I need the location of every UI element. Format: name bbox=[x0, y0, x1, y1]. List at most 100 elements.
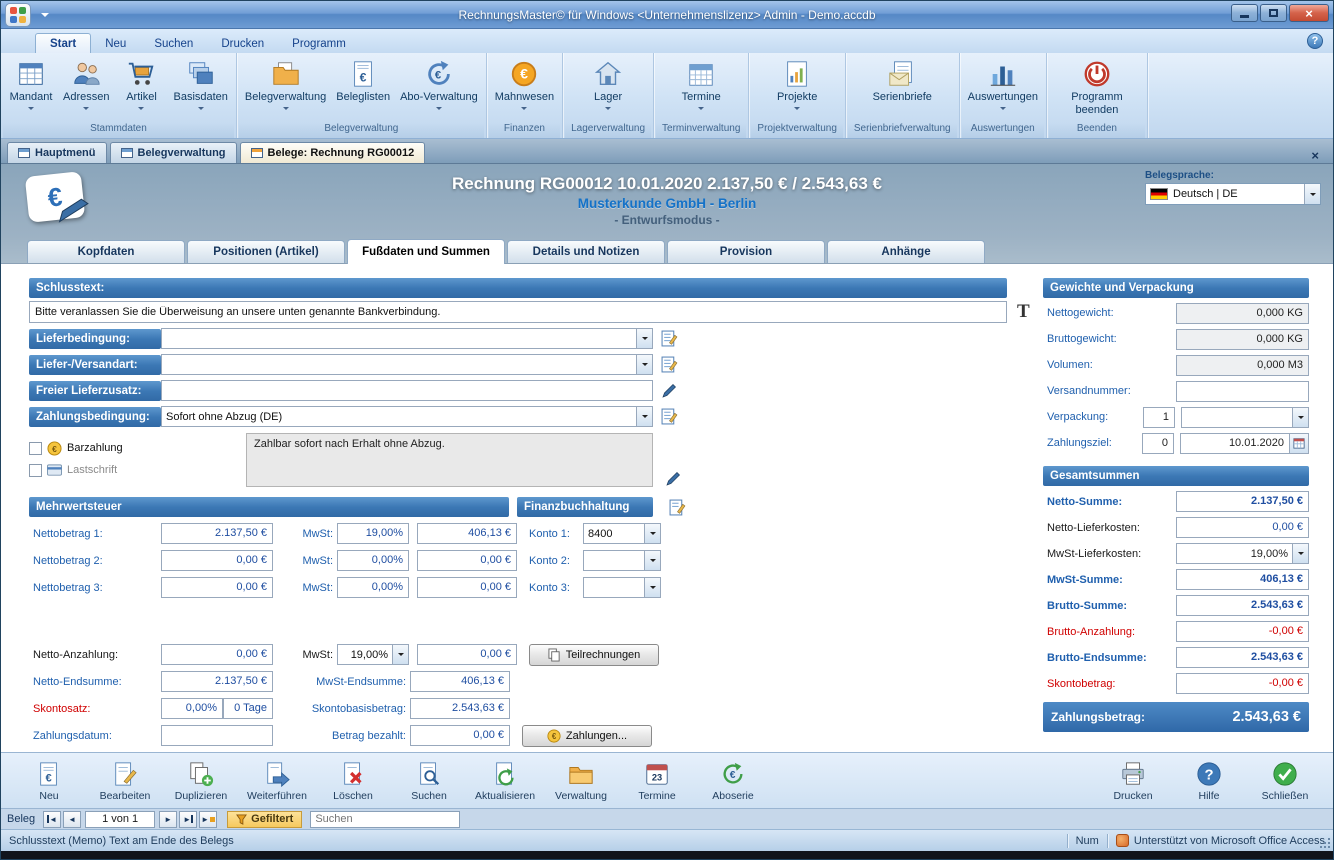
ribbon-item-basisdaten[interactable]: Basisdaten bbox=[169, 56, 231, 115]
pencil-icon[interactable] bbox=[661, 383, 677, 399]
tab-provision[interactable]: Provision bbox=[667, 240, 825, 263]
dropdown-button[interactable] bbox=[1304, 184, 1320, 204]
konto1-combobox[interactable]: 8400 bbox=[583, 523, 661, 544]
ribbon-tab-start[interactable]: Start bbox=[35, 33, 92, 53]
toolbar-verwaltung[interactable]: Verwaltung bbox=[545, 757, 617, 805]
mwst3-satz[interactable]: 0,00% bbox=[337, 577, 409, 598]
tab-belege-rechnung[interactable]: Belege: Rechnung RG00012 bbox=[239, 142, 426, 163]
toolbar-aboserie[interactable]: € Aboserie bbox=[697, 757, 769, 805]
ribbon-item-programm-beenden[interactable]: Programm beenden bbox=[1051, 56, 1143, 118]
barzahlung-option[interactable]: € Barzahlung bbox=[29, 437, 246, 459]
brutto-anzahlung-value[interactable]: -0,00 € bbox=[1176, 621, 1309, 642]
resize-grip[interactable] bbox=[1319, 837, 1331, 849]
close-button[interactable]: × bbox=[1289, 4, 1329, 22]
verpackung-combobox[interactable] bbox=[1181, 406, 1309, 428]
ribbon-tab-programm[interactable]: Programm bbox=[278, 34, 360, 53]
mwst1-betrag[interactable]: 406,13 € bbox=[417, 523, 517, 544]
minimize-button[interactable] bbox=[1231, 4, 1258, 22]
ribbon-tab-drucken[interactable]: Drucken bbox=[207, 34, 278, 53]
skontobasisbetrag-value[interactable]: 2.543,63 € bbox=[410, 698, 510, 719]
mwst1-satz[interactable]: 19,00% bbox=[337, 523, 409, 544]
betrag-bezahlt-value[interactable]: 0,00 € bbox=[410, 725, 510, 746]
toolbar-loeschen[interactable]: Löschen bbox=[317, 757, 389, 805]
lieferzusatz-input[interactable] bbox=[161, 380, 653, 401]
dropdown-button[interactable] bbox=[644, 524, 660, 543]
nettobetrag2-value[interactable]: 0,00 € bbox=[161, 550, 273, 571]
lastschrift-checkbox[interactable] bbox=[29, 463, 42, 477]
konto2-combobox[interactable] bbox=[583, 550, 661, 571]
brutto-endsumme-value[interactable]: 2.543,63 € bbox=[1176, 647, 1309, 668]
barzahlung-checkbox[interactable] bbox=[29, 441, 42, 455]
toolbar-termine[interactable]: 23 Termine bbox=[621, 757, 693, 805]
toolbar-aktualisieren[interactable]: Aktualisieren bbox=[469, 757, 541, 805]
new-record-button[interactable]: ► bbox=[199, 810, 218, 828]
ribbon-item-adressen[interactable]: Adressen bbox=[59, 56, 113, 115]
tab-hauptmenu[interactable]: Hauptmenü bbox=[7, 142, 107, 163]
skonto-tage-value[interactable]: 0 Tage bbox=[223, 698, 273, 719]
netto-endsumme-value[interactable]: 2.137,50 € bbox=[161, 671, 273, 692]
bruttogewicht-value[interactable]: 0,000 KG bbox=[1176, 328, 1309, 350]
tab-anhaenge[interactable]: Anhänge bbox=[827, 240, 985, 263]
office-button[interactable] bbox=[5, 2, 31, 27]
edit-list-icon[interactable] bbox=[661, 330, 678, 347]
dropdown-button[interactable] bbox=[392, 645, 408, 664]
nettobetrag1-value[interactable]: 2.137,50 € bbox=[161, 523, 273, 544]
mwst2-satz[interactable]: 0,00% bbox=[337, 550, 409, 571]
mwst-endsumme-value[interactable]: 406,13 € bbox=[410, 671, 510, 692]
language-combobox[interactable]: Deutsch | DE bbox=[1145, 183, 1321, 205]
skontosatz-value[interactable]: 0,00% bbox=[161, 698, 223, 719]
nettogewicht-value[interactable]: 0,000 KG bbox=[1176, 302, 1309, 324]
edit-list-icon[interactable] bbox=[661, 356, 678, 373]
ribbon-item-lager[interactable]: Lager bbox=[582, 56, 634, 115]
netto-summe-value[interactable]: 2.137,50 € bbox=[1176, 491, 1309, 512]
tab-close-icon[interactable]: × bbox=[1303, 148, 1327, 163]
brutto-summe-value[interactable]: 2.543,63 € bbox=[1176, 595, 1309, 616]
teilrechnungen-button[interactable]: Teilrechnungen bbox=[529, 643, 659, 666]
netto-lieferkosten-value[interactable]: 0,00 € bbox=[1176, 517, 1309, 538]
quick-access-dropdown-icon[interactable] bbox=[41, 12, 49, 21]
ribbon-item-auswertungen[interactable]: Auswertungen bbox=[964, 56, 1042, 115]
ribbon-item-abo-verwaltung[interactable]: € Abo-Verwaltung bbox=[396, 56, 482, 115]
dropdown-button[interactable] bbox=[636, 407, 652, 426]
ribbon-item-mahnwesen[interactable]: € Mahnwesen bbox=[491, 56, 558, 115]
toolbar-neu[interactable]: € Neu bbox=[13, 757, 85, 805]
mwst-summe-value[interactable]: 406,13 € bbox=[1176, 569, 1309, 590]
anzahlung-satz-combobox[interactable]: 19,00% bbox=[337, 644, 409, 665]
previous-record-button[interactable]: ◄ bbox=[63, 810, 82, 828]
first-record-button[interactable]: ◄ bbox=[43, 810, 62, 828]
skontobetrag-value[interactable]: -0,00 € bbox=[1176, 673, 1309, 694]
versandart-combobox[interactable] bbox=[161, 354, 653, 375]
tab-belegverwaltung[interactable]: Belegverwaltung bbox=[109, 142, 237, 163]
ribbon-item-artikel[interactable]: Artikel bbox=[115, 56, 167, 115]
toolbar-suchen[interactable]: Suchen bbox=[393, 757, 465, 805]
volumen-value[interactable]: 0,000 M3 bbox=[1176, 354, 1309, 376]
versandnummer-value[interactable] bbox=[1176, 380, 1309, 402]
schlusstext-input[interactable] bbox=[29, 301, 1007, 323]
ribbon-item-mandant[interactable]: Mandant bbox=[5, 56, 57, 115]
mwst2-betrag[interactable]: 0,00 € bbox=[417, 550, 517, 571]
next-record-button[interactable]: ► bbox=[159, 810, 178, 828]
mwst3-betrag[interactable]: 0,00 € bbox=[417, 577, 517, 598]
ribbon-item-termine[interactable]: Termine bbox=[675, 56, 727, 115]
tab-fussdaten-summen[interactable]: Fußdaten und Summen bbox=[347, 239, 505, 264]
tab-positionen[interactable]: Positionen (Artikel) bbox=[187, 240, 345, 263]
verpackung-count[interactable]: 1 bbox=[1143, 406, 1175, 428]
mwst-lieferkosten-combobox[interactable]: 19,00% bbox=[1176, 543, 1309, 564]
maximize-button[interactable] bbox=[1260, 4, 1287, 22]
text-format-icon[interactable]: T bbox=[1017, 301, 1030, 323]
ribbon-tab-suchen[interactable]: Suchen bbox=[140, 34, 207, 53]
dropdown-button[interactable] bbox=[1292, 407, 1308, 427]
toolbar-schliessen[interactable]: Schließen bbox=[1249, 757, 1321, 805]
dropdown-button[interactable] bbox=[644, 578, 660, 597]
date-picker-button[interactable] bbox=[1290, 432, 1309, 454]
zahlungsbedingung-combobox[interactable]: Sofort ohne Abzug (DE) bbox=[161, 406, 653, 427]
pencil-icon[interactable] bbox=[665, 471, 681, 487]
last-record-button[interactable]: ► bbox=[179, 810, 198, 828]
record-search-input[interactable] bbox=[310, 810, 461, 828]
dropdown-button[interactable] bbox=[644, 551, 660, 570]
edit-list-icon[interactable] bbox=[669, 497, 686, 517]
dropdown-button[interactable] bbox=[1292, 544, 1308, 563]
lieferbedingung-combobox[interactable] bbox=[161, 328, 653, 349]
zahlungsziel-date[interactable]: 10.01.2020 bbox=[1180, 432, 1290, 454]
ribbon-item-belegverwaltung[interactable]: Belegverwaltung bbox=[241, 56, 330, 115]
